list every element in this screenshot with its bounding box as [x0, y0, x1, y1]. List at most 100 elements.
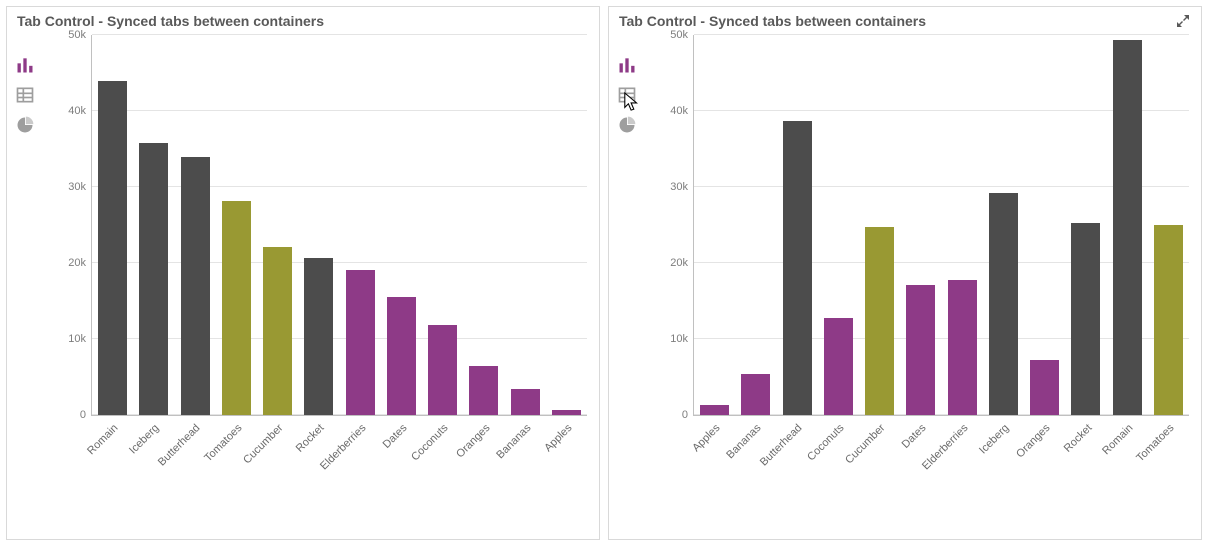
bar[interactable]: [824, 318, 853, 415]
x-label-slot: Romain: [91, 416, 132, 486]
panel-right: Tab Control - Synced tabs between contai…: [608, 6, 1202, 540]
panel-header: Tab Control - Synced tabs between contai…: [7, 7, 599, 31]
bar[interactable]: [346, 270, 375, 415]
bar-slot: [92, 35, 133, 415]
pie-chart-icon[interactable]: [617, 115, 637, 135]
bar[interactable]: [1113, 40, 1142, 415]
bar[interactable]: [989, 193, 1018, 415]
pie-chart-icon[interactable]: [15, 115, 35, 135]
x-label-slot: Elderberries: [941, 416, 982, 486]
panel-body: 010k20k30k40k50k RomainIcebergButterhead…: [7, 31, 599, 533]
bar[interactable]: [387, 297, 416, 415]
x-label-slot: Apples: [546, 416, 587, 486]
x-label-slot: Cucumber: [256, 416, 297, 486]
bar[interactable]: [948, 280, 977, 415]
y-tick-label: 20k: [52, 257, 86, 269]
bar-slot: [175, 35, 216, 415]
bar-slot: [340, 35, 381, 415]
table-icon[interactable]: [15, 85, 35, 105]
y-tick-label: 40k: [52, 105, 86, 117]
bar[interactable]: [783, 121, 812, 415]
bar[interactable]: [511, 389, 540, 415]
bar-slot: [1024, 35, 1065, 415]
x-tick-label: Rocket: [294, 422, 327, 455]
chart-plot: 010k20k30k40k50k: [91, 35, 587, 416]
table-icon[interactable]: [617, 85, 637, 105]
y-tick-label: 0: [654, 409, 688, 421]
bars: [92, 35, 587, 415]
x-tick-label: Dates: [900, 422, 929, 451]
x-tick-label: Dates: [381, 422, 410, 451]
bar[interactable]: [263, 247, 292, 415]
expand-icon[interactable]: [1175, 13, 1191, 29]
x-tick-label: Rocket: [1061, 422, 1094, 455]
bar[interactable]: [741, 374, 770, 415]
bar-slot: [818, 35, 859, 415]
chart-area: 010k20k30k40k50k ApplesBananasButterhead…: [645, 31, 1201, 533]
chart-area: 010k20k30k40k50k RomainIcebergButterhead…: [43, 31, 599, 533]
y-tick-label: 0: [52, 409, 86, 421]
bar-slot: [463, 35, 504, 415]
bar[interactable]: [865, 227, 894, 415]
bar[interactable]: [1030, 360, 1059, 415]
bar-slot: [777, 35, 818, 415]
x-label-slot: Cucumber: [858, 416, 899, 486]
bar-slot: [694, 35, 735, 415]
x-tick-label: Iceberg: [127, 422, 161, 456]
workspace: Tab Control - Synced tabs between contai…: [0, 0, 1208, 546]
y-tick-label: 20k: [654, 257, 688, 269]
bar-slot: [298, 35, 339, 415]
bar-slot: [859, 35, 900, 415]
panel-left: Tab Control - Synced tabs between contai…: [6, 6, 600, 540]
chart-plot: 010k20k30k40k50k: [693, 35, 1189, 416]
panel-title: Tab Control - Synced tabs between contai…: [619, 13, 926, 29]
y-tick-label: 10k: [52, 333, 86, 345]
y-tick-label: 30k: [654, 181, 688, 193]
x-label-slot: Bananas: [504, 416, 545, 486]
x-tick-label: Apples: [690, 422, 722, 454]
y-tick-label: 40k: [654, 105, 688, 117]
bar-slot: [133, 35, 174, 415]
x-label-slot: Tomatoes: [1148, 416, 1189, 486]
x-tick-label: Iceberg: [977, 422, 1011, 456]
bar-slot: [1148, 35, 1189, 415]
y-tick-label: 50k: [654, 29, 688, 41]
bar-chart-icon[interactable]: [15, 55, 35, 75]
x-label-slot: Elderberries: [339, 416, 380, 486]
bar-slot: [983, 35, 1024, 415]
bar-slot: [422, 35, 463, 415]
x-label-slot: Rocket: [1065, 416, 1106, 486]
bar-chart-icon[interactable]: [617, 55, 637, 75]
bar-slot: [381, 35, 422, 415]
bar[interactable]: [428, 325, 457, 415]
bar-slot: [216, 35, 257, 415]
bar-slot: [735, 35, 776, 415]
bar[interactable]: [181, 157, 210, 415]
panel-body: 010k20k30k40k50k ApplesBananasButterhead…: [609, 31, 1201, 533]
y-tick-label: 30k: [52, 181, 86, 193]
x-axis-labels: RomainIcebergButterheadTomatoesCucumberR…: [91, 416, 587, 486]
bar[interactable]: [98, 81, 127, 415]
x-tick-label: Romain: [1100, 422, 1135, 457]
bar[interactable]: [222, 201, 251, 415]
bar[interactable]: [1154, 225, 1183, 415]
bar-slot: [505, 35, 546, 415]
bar[interactable]: [469, 366, 498, 415]
x-axis-labels: ApplesBananasButterheadCoconutsCucumberD…: [693, 416, 1189, 486]
bar[interactable]: [304, 258, 333, 415]
bar[interactable]: [139, 143, 168, 415]
bar[interactable]: [700, 405, 729, 415]
y-tick-label: 10k: [654, 333, 688, 345]
side-tabs: [609, 31, 645, 533]
panel-title: Tab Control - Synced tabs between contai…: [17, 13, 324, 29]
bar-slot: [900, 35, 941, 415]
bar-slot: [1107, 35, 1148, 415]
side-tabs: [7, 31, 43, 533]
bar[interactable]: [552, 410, 581, 415]
x-tick-label: Romain: [85, 422, 120, 457]
x-tick-label: Apples: [542, 422, 574, 454]
bar[interactable]: [906, 285, 935, 415]
bars: [694, 35, 1189, 415]
bar[interactable]: [1071, 223, 1100, 415]
y-tick-label: 50k: [52, 29, 86, 41]
